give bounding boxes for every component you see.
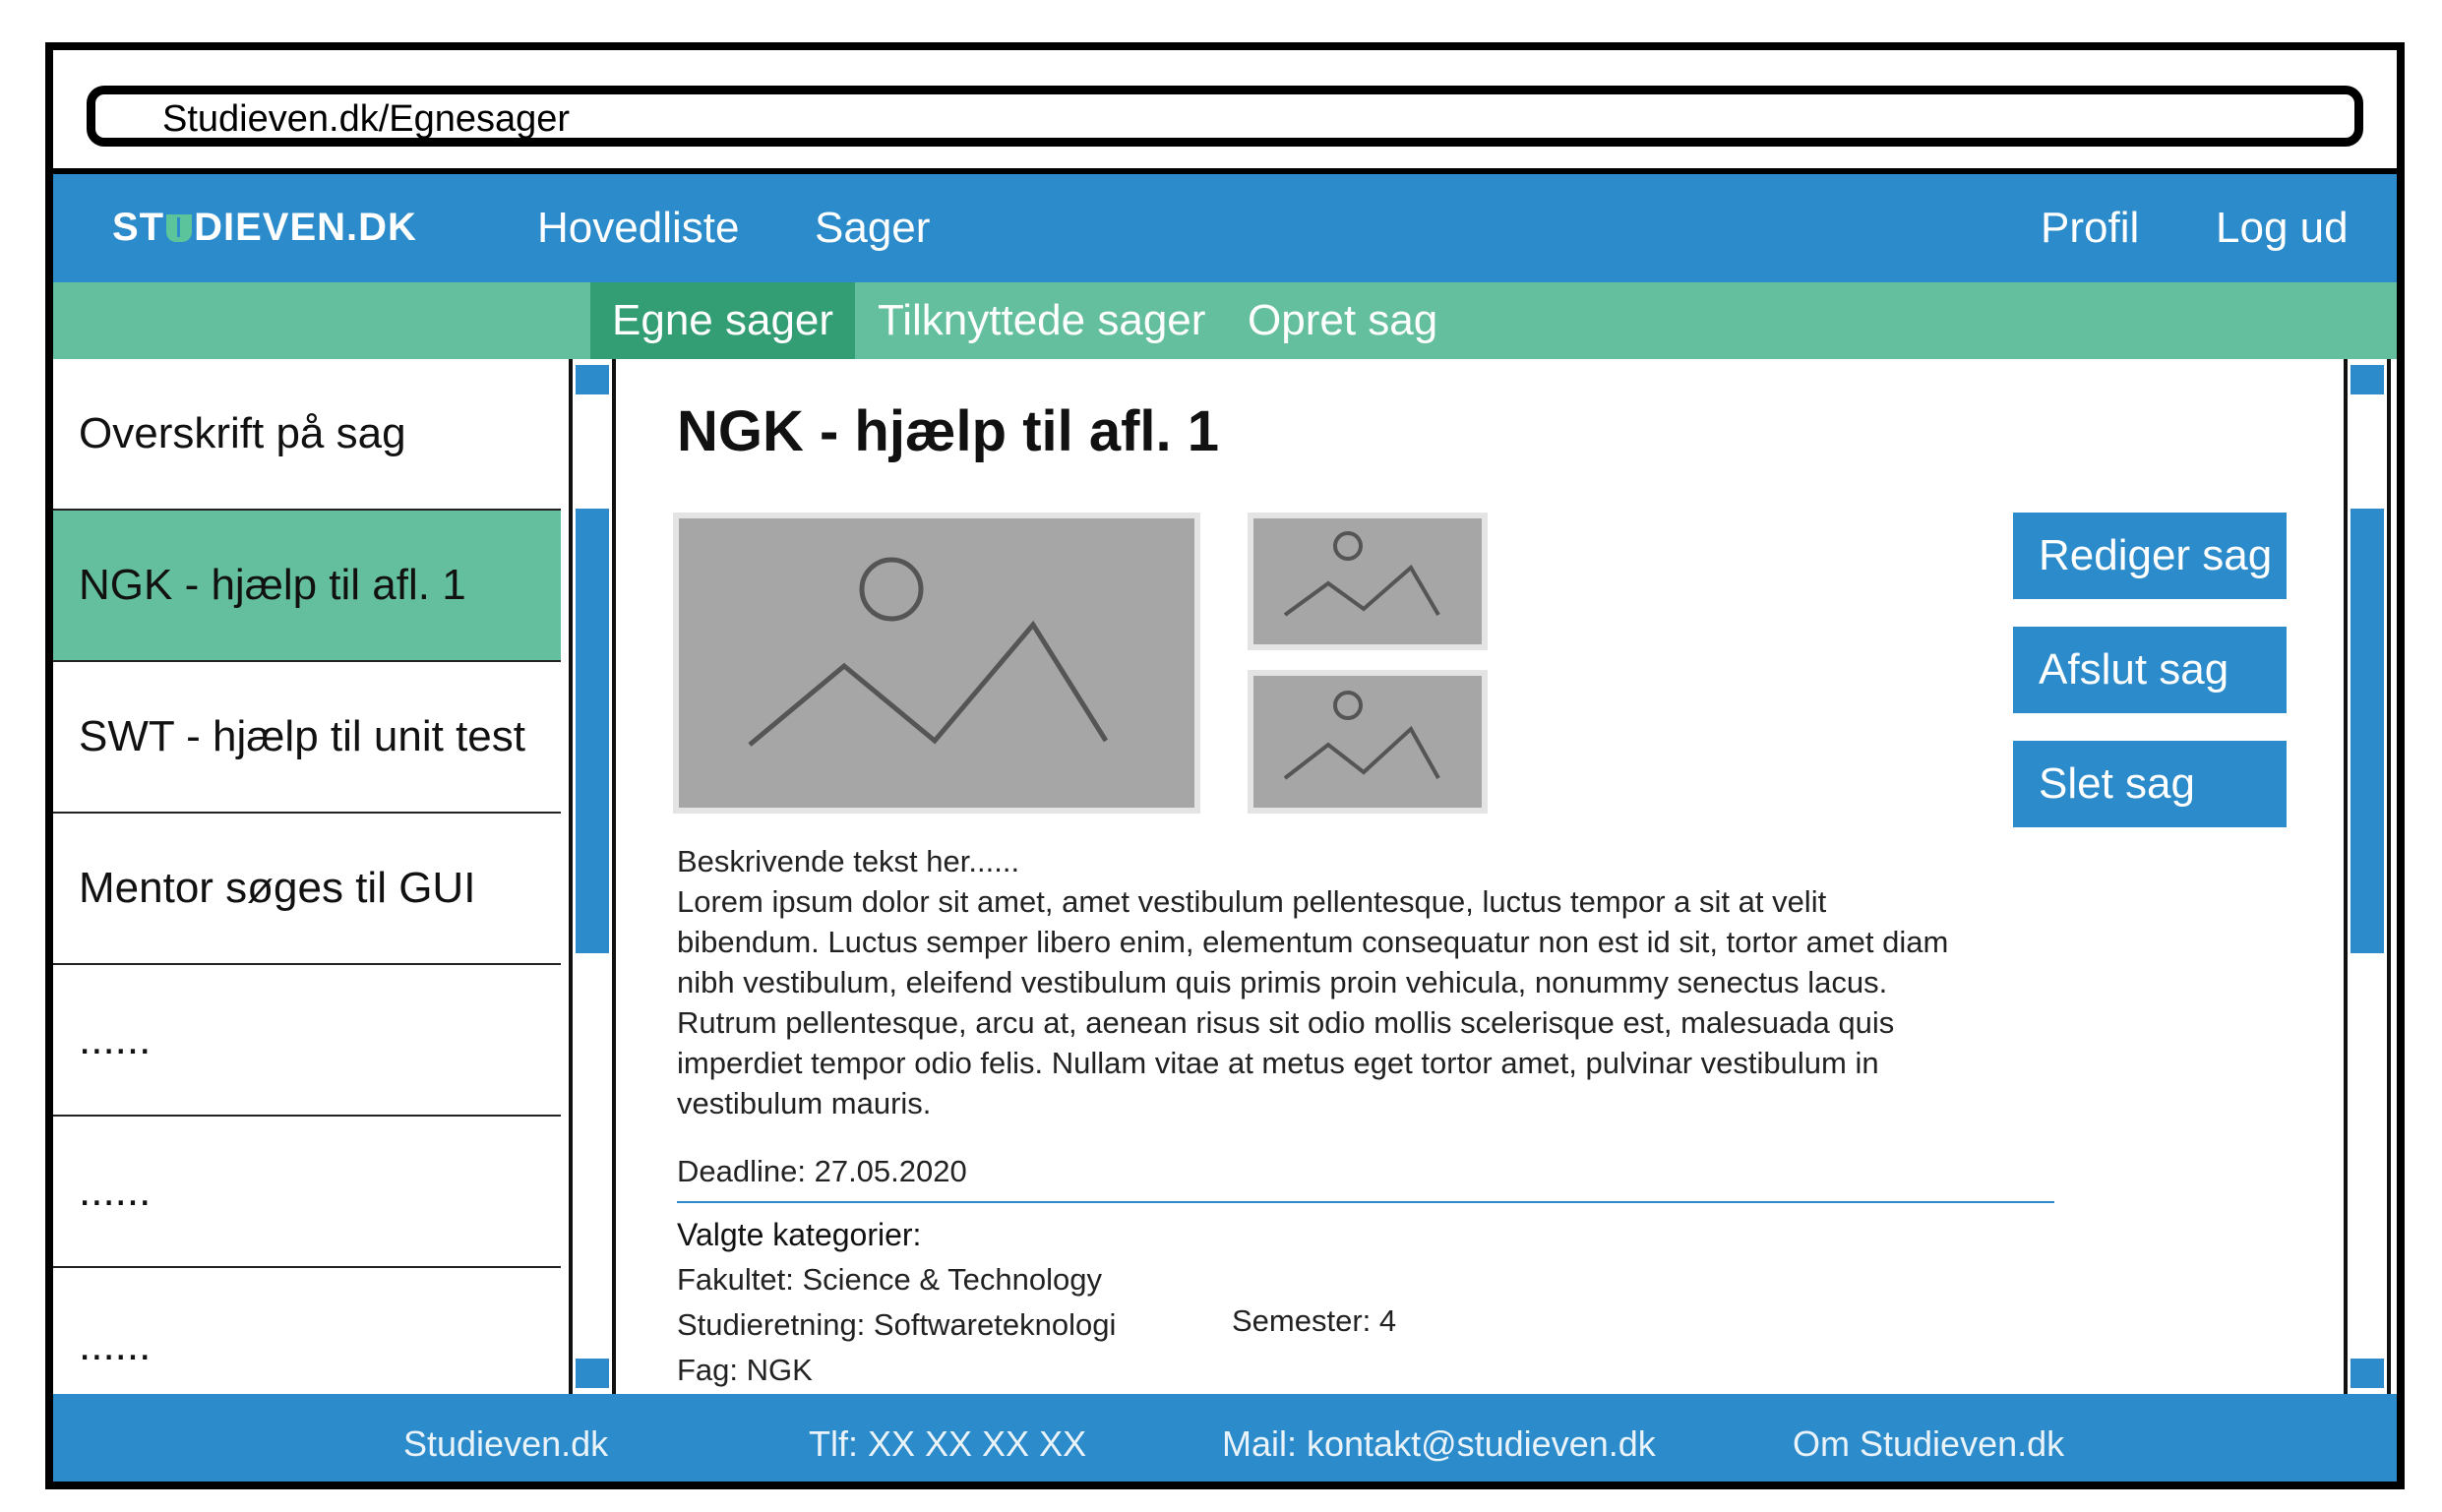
footer-link-about[interactable]: Om Studieven.dk [1793, 1423, 2064, 1465]
scroll-down-arrow[interactable] [2350, 1359, 2384, 1388]
list-item[interactable]: Mentor søges til GUI [53, 814, 561, 965]
logo-text-start: ST [112, 206, 165, 249]
list-item[interactable]: SWT - hjælp til unit test [53, 662, 561, 814]
scroll-up-arrow[interactable] [576, 365, 609, 394]
list-item[interactable]: ...... [53, 965, 561, 1117]
close-case-button[interactable]: Afslut sag [2013, 627, 2287, 713]
main-scrollbar[interactable] [2344, 359, 2391, 1394]
list-item-label: ...... [79, 1015, 152, 1063]
footer: Studieven.dk Tlf: XX XX XX XX Mail: kont… [53, 1394, 2397, 1482]
footer-link-home[interactable]: Studieven.dk [403, 1423, 608, 1465]
description-line: vestibulum mauris. [677, 1086, 932, 1120]
nav-hovedliste[interactable]: Hovedliste [537, 204, 739, 253]
logo-text-end: DIEVEN.DK [194, 206, 417, 249]
case-list: Overskrift på sag NGK - hjælp til afl. 1… [53, 359, 561, 1394]
nav-sager[interactable]: Sager [815, 204, 930, 253]
url-text: Studieven.dk/Egnesager [162, 98, 571, 140]
top-navigation: ST DIEVEN.DK Hovedliste Sager Profil Log … [53, 174, 2397, 282]
category-subject: Fag: NGK [677, 1353, 813, 1387]
nav-profil[interactable]: Profil [2041, 204, 2139, 253]
scroll-thumb[interactable] [576, 509, 609, 953]
list-item[interactable]: Overskrift på sag [53, 359, 561, 511]
description-line: Lorem ipsum dolor sit amet, amet vestibu… [677, 884, 1827, 919]
list-item-selected[interactable]: NGK - hjælp til afl. 1 [53, 511, 561, 662]
list-item-label: Mentor søges til GUI [79, 864, 476, 912]
tab-tilknyttede-sager[interactable]: Tilknyttede sager [878, 282, 1205, 359]
image-placeholder-graphic [748, 557, 1109, 747]
list-item-label: Overskrift på sag [79, 409, 406, 457]
tab-egne-sager[interactable]: Egne sager [590, 282, 856, 359]
list-item-label: ...... [79, 1321, 152, 1369]
scroll-down-arrow[interactable] [576, 1359, 609, 1388]
description-line: bibendum. Luctus semper libero enim, ele… [677, 925, 1949, 959]
case-detail: NGK - hjælp til afl. 1 Rediger sag Afslu… [618, 359, 2344, 1394]
description-line: Beskrivende tekst her...... [677, 844, 1020, 878]
category-study: Studieretning: Softwareteknologi [677, 1307, 1117, 1342]
category-semester: Semester: 4 [1232, 1303, 1397, 1338]
image-placeholder-icon[interactable] [1248, 670, 1488, 814]
sidebar-scrollbar[interactable] [569, 359, 616, 1394]
image-placeholder-graphic [1283, 531, 1440, 617]
case-description: Beskrivende tekst her...... Lorem ipsum … [677, 841, 1995, 1123]
list-item[interactable]: ...... [53, 1268, 561, 1394]
list-item-label: SWT - hjælp til unit test [79, 712, 525, 760]
category-faculty: Fakultet: Science & Technology [677, 1262, 1102, 1297]
section-divider [677, 1201, 2054, 1203]
delete-case-button[interactable]: Slet sag [2013, 741, 2287, 827]
address-bar[interactable]: Studieven.dk/Egnesager [87, 86, 2363, 147]
list-item-label: ...... [79, 1167, 152, 1215]
nav-log-ud[interactable]: Log ud [2216, 204, 2349, 253]
scroll-thumb[interactable] [2350, 509, 2384, 953]
scroll-up-arrow[interactable] [2350, 365, 2384, 394]
edit-case-button[interactable]: Rediger sag [2013, 513, 2287, 599]
description-line: imperdiet tempor odio felis. Nullam vita… [677, 1046, 1879, 1080]
list-item[interactable]: ...... [53, 1117, 561, 1268]
footer-link-mail[interactable]: Mail: kontakt@studieven.dk [1222, 1423, 1656, 1465]
sub-navigation: Egne sager Tilknyttede sager Opret sag [53, 282, 2397, 359]
case-title: NGK - hjælp til afl. 1 [677, 399, 1220, 463]
description-line: nibh vestibulum, eleifend vestibulum qui… [677, 965, 1888, 999]
browser-window: Studieven.dk/Egnesager ST DIEVEN.DK Hoved… [45, 42, 2405, 1489]
book-icon [166, 214, 193, 242]
footer-link-phone[interactable]: Tlf: XX XX XX XX [809, 1423, 1086, 1465]
image-placeholder-graphic [1283, 691, 1440, 780]
categories-heading: Valgte kategorier: [677, 1217, 922, 1252]
image-placeholder-icon[interactable] [1248, 513, 1488, 650]
image-placeholder-icon[interactable] [673, 513, 1200, 814]
deadline: Deadline: 27.05.2020 [677, 1154, 967, 1188]
list-item-label: NGK - hjælp til afl. 1 [79, 561, 466, 609]
tab-opret-sag[interactable]: Opret sag [1248, 282, 1437, 359]
site-logo[interactable]: ST DIEVEN.DK [112, 206, 417, 250]
description-line: Rutrum pellentesque, arcu at, aenean ris… [677, 1005, 1895, 1040]
